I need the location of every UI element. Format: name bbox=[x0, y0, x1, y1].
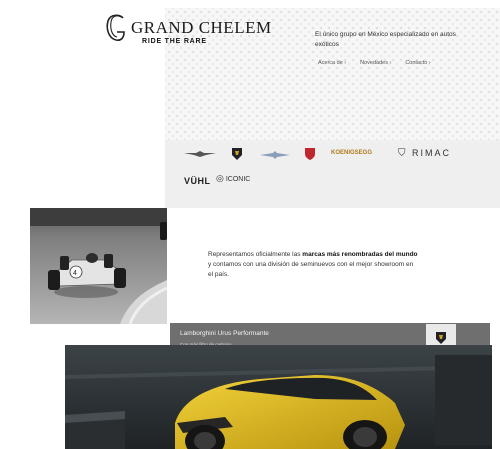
logo-title: GRAND CHELEM bbox=[131, 18, 272, 37]
vuhl-logo[interactable]: VÜHL bbox=[184, 176, 211, 186]
ducati-logo-icon[interactable] bbox=[305, 148, 315, 160]
featured-car-title: Lamborghini Urus Performante bbox=[180, 330, 269, 337]
aston-martin-logo-icon[interactable] bbox=[184, 150, 216, 158]
classic-race-car-photo: 4 bbox=[30, 208, 167, 324]
nav-item-contacto[interactable]: Contacto › bbox=[405, 60, 430, 66]
rolls-royce-logo-icon[interactable] bbox=[260, 151, 290, 159]
iconic-logo[interactable]: ◎ ICONIC bbox=[216, 173, 250, 184]
svg-text:4: 4 bbox=[73, 270, 77, 277]
lamborghini-badge-icon bbox=[436, 332, 446, 344]
rimac-logo[interactable]: ⛉ RIMAC bbox=[398, 148, 451, 159]
description-highlight: marcas más renombradas del mundo bbox=[302, 251, 418, 258]
lamborghini-logo-icon[interactable] bbox=[232, 148, 242, 160]
iconic-swirl-icon: ◎ bbox=[216, 173, 224, 183]
description-part-2: y contamos con una división de seminuevo… bbox=[208, 261, 414, 278]
header-tagline: El único grupo en México especializado e… bbox=[315, 31, 456, 48]
brands-description: Representamos oficialmente las marcas má… bbox=[208, 250, 418, 280]
logo-tagline: RIDE THE RARE bbox=[142, 38, 207, 45]
classic-race-car-image: 4 bbox=[30, 208, 167, 324]
iconic-wordmark: ICONIC bbox=[225, 176, 251, 183]
rimac-wordmark: RIMAC bbox=[412, 148, 452, 158]
nav-item-acerca[interactable]: Acerca de › bbox=[318, 60, 346, 66]
logo[interactable]: GRAND CHELEM RIDE THE RARE bbox=[104, 12, 271, 50]
description-part-1: Representamos oficialmente las bbox=[208, 251, 303, 258]
nav-item-novedades[interactable]: Novedades › bbox=[360, 60, 391, 66]
lamborghini-urus-photo bbox=[65, 345, 492, 449]
main-nav: Acerca de › Novedades › Contacto › bbox=[318, 60, 431, 66]
koenigsegg-logo[interactable]: KOENIGSEGG bbox=[331, 150, 372, 156]
lamborghini-urus-image bbox=[65, 345, 492, 449]
rimac-shield-icon: ⛉ bbox=[398, 148, 408, 159]
logo-mark-icon bbox=[106, 14, 125, 41]
